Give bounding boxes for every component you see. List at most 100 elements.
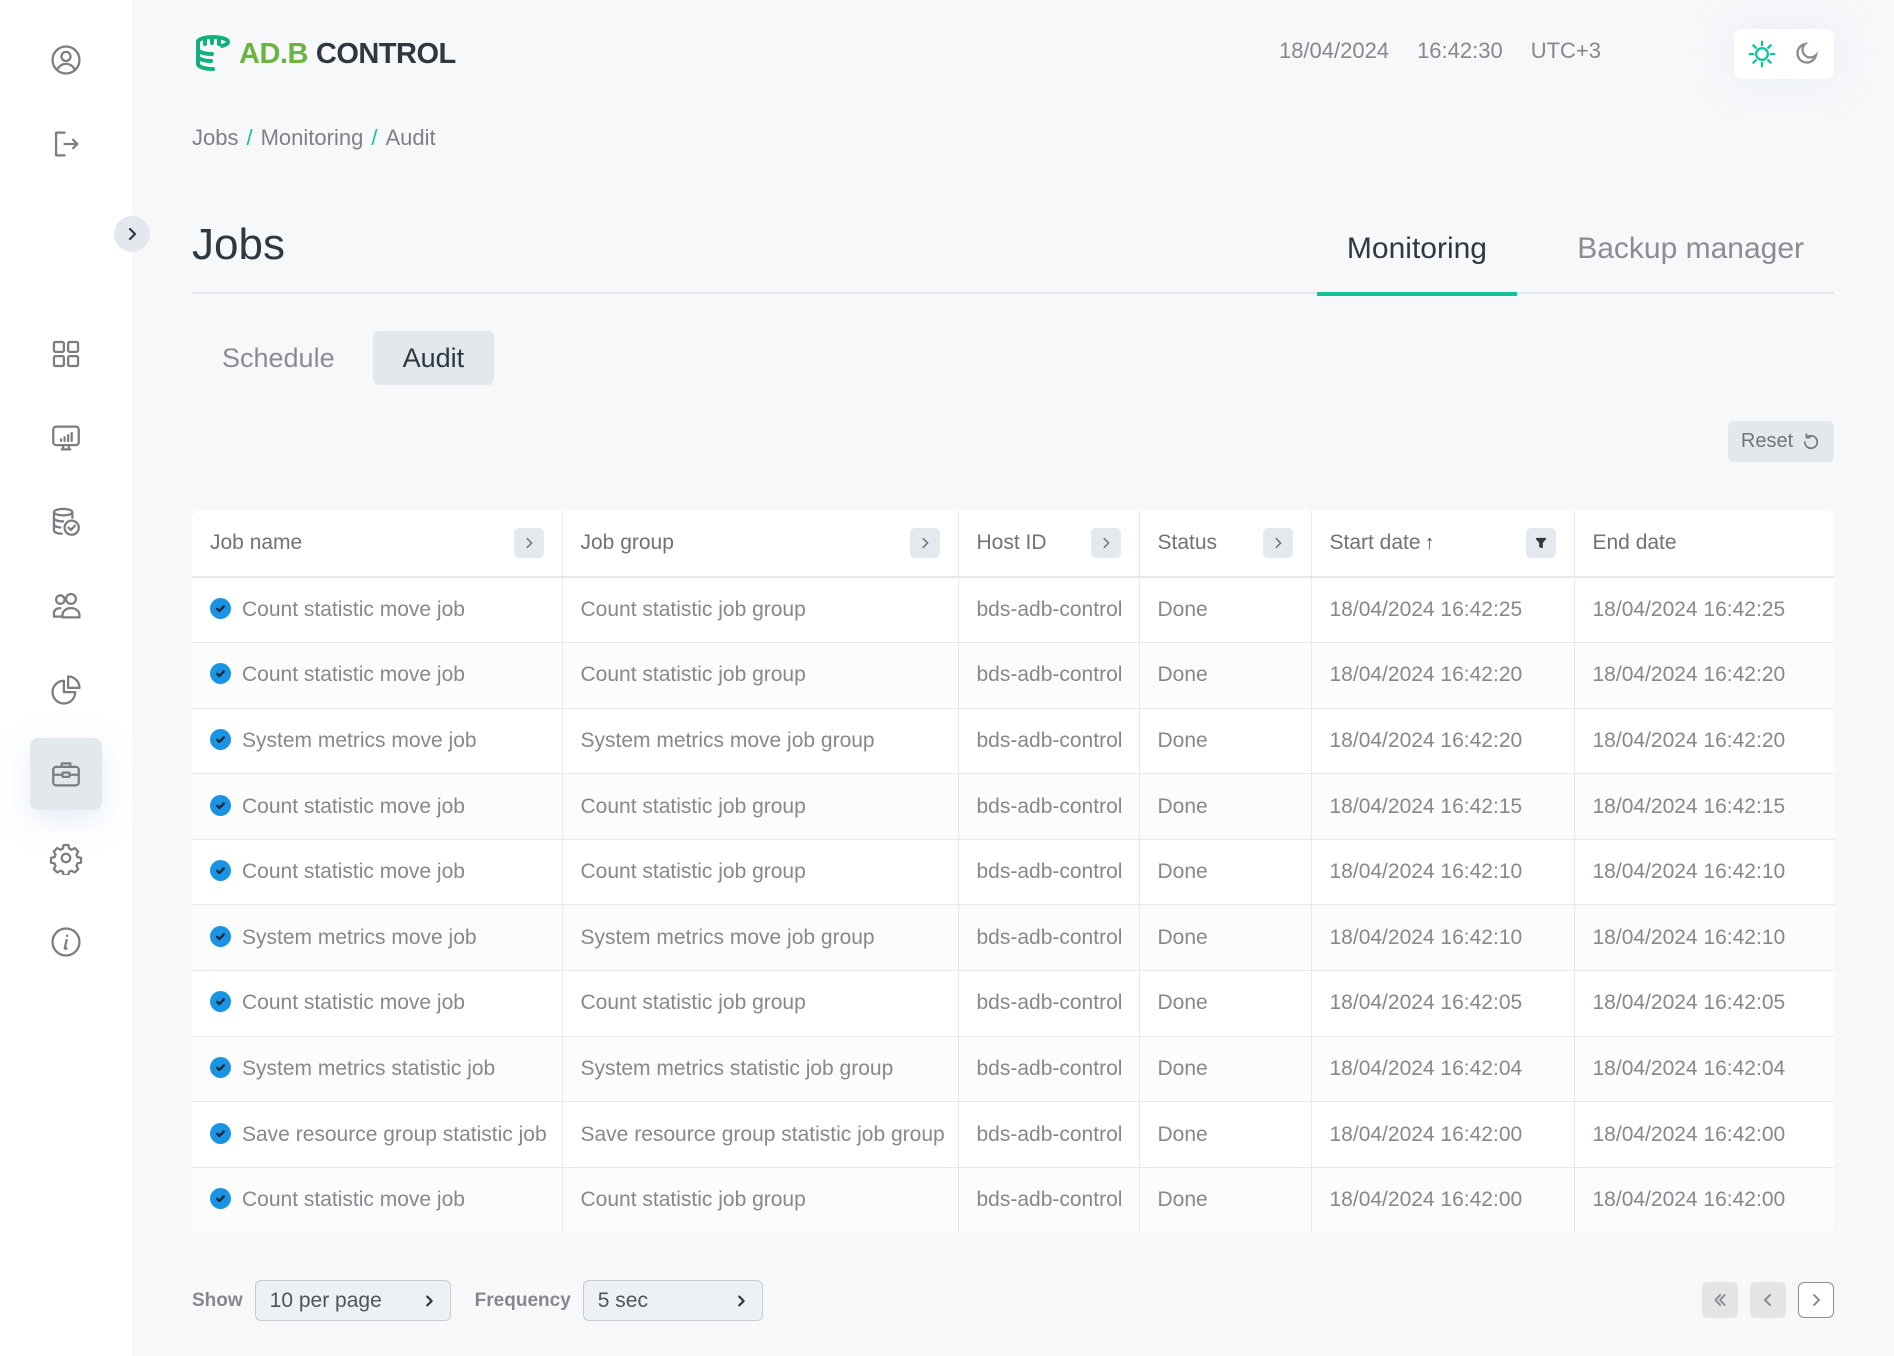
status-done-icon [210,1188,231,1210]
refresh-frequency-select[interactable]: 5 sec [582,1280,763,1321]
cell-text: System metrics move job group [580,728,875,752]
status-done-icon [210,1122,231,1144]
table-row[interactable]: System metrics move job System metrics mo… [192,904,1834,972]
cell-text: Done [1157,728,1208,752]
pagination [1702,1282,1834,1318]
table-row[interactable]: System metrics move job System metrics mo… [192,708,1834,775]
job-name-cell: Count statistic move job [192,773,563,840]
job-group-cell: System metrics move job group [562,708,959,775]
dark-theme-button[interactable] [1790,38,1822,70]
job-name-cell: Count statistic move job [192,970,563,1037]
table-row[interactable]: Count statistic move job Count statistic … [192,642,1834,709]
filter-button[interactable] [1525,528,1556,558]
clock: 18/04/2024 16:42:30 UTC+3 [1279,38,1601,64]
host-id-cell: bds-adb-control [958,1036,1140,1103]
column-header-job-name: Job name [192,510,563,578]
table-row[interactable]: Count statistic move job Count statistic … [192,1167,1834,1233]
cell-text: 18/04/2024 16:42:20 [1592,663,1786,687]
column-header-end-date: End date [1574,510,1834,578]
cell-text: System metrics statistic job [242,1056,496,1080]
sidebar-item-resources[interactable] [30,654,102,726]
sidebar-item-info[interactable] [30,906,102,978]
cell-text: 18/04/2024 16:42:00 [1329,1122,1523,1146]
sidebar-item-dashboard[interactable] [30,318,102,390]
expand-column-button[interactable] [1262,528,1293,558]
start-date-cell: 18/04/2024 16:42:10 [1311,839,1575,906]
light-theme-button[interactable] [1746,38,1778,70]
sun-icon [1748,40,1776,68]
reset-icon [1804,432,1819,449]
subtab-audit[interactable]: Audit [372,331,495,385]
end-date-cell: 18/04/2024 16:42:10 [1574,839,1834,906]
sub-tabs: Schedule Audit [192,331,495,385]
job-group-cell: Count statistic job group [562,1167,959,1233]
next-page-button[interactable] [1798,1282,1834,1318]
logout-icon [54,131,79,157]
breadcrumb-jobs[interactable]: Jobs [192,125,238,151]
cell-text: bds-adb-control [976,991,1123,1015]
sidebar-item-monitoring[interactable] [30,402,102,474]
cell-text: Count statistic move job [242,860,465,884]
cell-text: Count statistic move job [242,991,465,1015]
frequency-value: 5 sec [597,1288,648,1312]
end-date-cell: 18/04/2024 16:42:15 [1574,773,1834,840]
logout-button[interactable] [30,108,102,180]
table-row[interactable]: Count statistic move job Count statistic … [192,773,1834,840]
page-size-select[interactable]: 10 per page [254,1280,451,1321]
cell-text: 18/04/2024 16:42:10 [1329,860,1523,884]
tab-backup-manager[interactable]: Backup manager [1547,232,1834,294]
chevron-right-icon [425,1294,433,1307]
expand-column-button[interactable] [513,528,544,558]
sidebar-item-databases[interactable] [30,486,102,558]
status-cell: Done [1139,1167,1312,1233]
tab-monitoring[interactable]: Monitoring [1316,232,1518,296]
end-date-cell: 18/04/2024 16:42:05 [1574,970,1834,1037]
theme-switcher [1734,29,1834,79]
table-row[interactable]: Count statistic move job Count statistic … [192,839,1834,906]
status-cell: Done [1139,708,1312,775]
status-done-icon [210,1056,231,1078]
cell-text: 18/04/2024 16:42:10 [1592,860,1786,884]
breadcrumb-monitoring[interactable]: Monitoring [261,125,364,151]
cell-text: System metrics move job group [580,925,875,949]
table-row[interactable]: Save resource group statistic job Save re… [192,1101,1834,1168]
subtab-schedule[interactable]: Schedule [192,331,365,385]
cell-text: Done [1157,598,1208,622]
column-header-start-date[interactable]: Start date ↑ [1311,510,1575,578]
moon-icon [1796,42,1818,64]
cell-text: Count statistic job group [580,794,806,818]
cell-text: 18/04/2024 16:42:05 [1329,991,1523,1015]
start-date-cell: 18/04/2024 16:42:04 [1311,1036,1575,1103]
cell-text: Count statistic job group [580,991,806,1015]
cell-text: 18/04/2024 16:42:20 [1329,663,1523,687]
audit-table: Job name Job group Host ID Status Start … [192,510,1834,1233]
expand-column-button[interactable] [909,528,940,558]
cell-text: bds-adb-control [976,925,1123,949]
sidebar-item-jobs[interactable] [30,738,102,810]
column-label: Start date [1329,531,1421,554]
logo-brand-text: AD.B [239,37,308,70]
sidebar-item-settings[interactable] [30,822,102,894]
cell-text: 18/04/2024 16:42:25 [1329,598,1523,622]
column-label: Job group [580,531,674,554]
table-row[interactable]: Count statistic move job Count statistic … [192,577,1834,644]
cell-text: System metrics move job [242,925,477,949]
reset-button[interactable]: Reset [1728,421,1834,462]
breadcrumb-audit: Audit [385,125,436,150]
chevron-right-icon [525,537,532,549]
logo-product-text: CONTROL [315,37,456,70]
expand-column-button[interactable] [1090,528,1121,558]
profile-button[interactable] [30,24,102,96]
previous-page-button[interactable] [1750,1282,1786,1318]
app-logo[interactable]: AD.B CONTROL [192,32,456,76]
table-row[interactable]: System metrics statistic job System metri… [192,1036,1834,1103]
sort-ascending-icon[interactable]: ↑ [1425,532,1435,555]
cell-text: Done [1157,991,1208,1015]
chevron-right-icon [1274,537,1281,549]
first-page-button[interactable] [1702,1282,1738,1318]
double-chevron-left-icon [1714,1294,1726,1306]
sidebar-expand-button[interactable] [114,216,150,252]
users-icon [52,592,81,619]
sidebar-item-users[interactable] [30,570,102,642]
table-row[interactable]: Count statistic move job Count statistic … [192,970,1834,1037]
